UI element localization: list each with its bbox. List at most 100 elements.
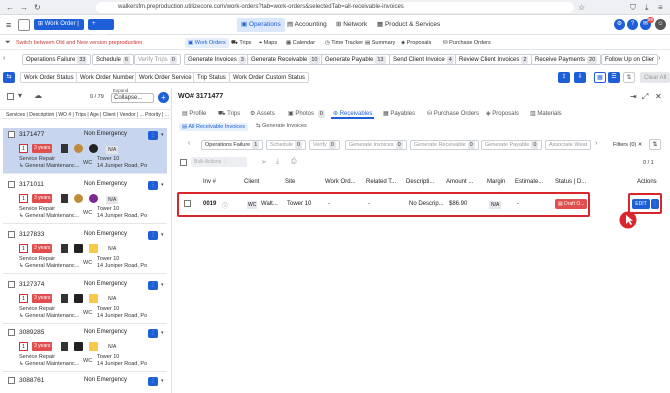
close-icon[interactable]: ✕ <box>655 92 662 101</box>
avatar[interactable]: ☺ <box>655 19 666 30</box>
scroll-right-icon[interactable]: › <box>658 55 660 62</box>
filters-button[interactable]: Filters (0) ✕ <box>613 142 642 148</box>
card-checkbox[interactable] <box>8 281 15 288</box>
column-header-related[interactable]: Related T... <box>366 179 396 185</box>
tab-receivables[interactable]: ⊛ Receivables <box>331 109 375 119</box>
tab-operations[interactable]: ▣ Operations <box>237 18 285 32</box>
card-menu-button[interactable]: ⋮ <box>148 281 158 290</box>
bulk-actions-button[interactable]: Bulk Actions ⋮ <box>191 157 247 167</box>
column-chip-work-order-number[interactable]: Work Order Number <box>76 72 138 83</box>
collapse-panel-icon[interactable]: ⇥ <box>630 92 637 101</box>
card-checkbox[interactable] <box>8 131 15 138</box>
grid-view-icon[interactable]: ▦ <box>594 72 606 83</box>
select-all-rows-checkbox[interactable] <box>180 159 187 166</box>
status-chip-send-client-invoice[interactable]: Send Client Invoice 4 <box>389 54 458 65</box>
card-menu-button[interactable]: ⋮ <box>148 377 158 386</box>
hamburger-icon[interactable]: ≡ <box>6 20 11 30</box>
version-switch-link[interactable]: Switch between Old and New version prepr… <box>16 40 142 46</box>
import-icon[interactable]: ⇩ <box>574 72 586 83</box>
print-icon[interactable]: ⎙ <box>291 158 297 166</box>
tab-calendar[interactable]: ▦ Calendar <box>283 38 318 48</box>
subtab-generate-invoices[interactable]: ⇆ Generate Invoices <box>256 123 307 129</box>
column-chip-work-order-service[interactable]: Work Order Service <box>135 72 196 83</box>
reload-icon[interactable]: ↻ <box>34 3 41 12</box>
sort-icon[interactable]: ⇅ <box>649 139 661 150</box>
subtab-all-receivable-invoices[interactable]: ▤ All Receivable Invoices <box>179 123 248 131</box>
column-header-amount[interactable]: Amount ... <box>446 179 473 185</box>
tab-purchase-orders-detail[interactable]: ⛁ Purchase Orders <box>425 109 481 119</box>
send-icon[interactable]: ➢ <box>261 158 267 166</box>
edit-button[interactable]: EDIT <box>632 199 650 209</box>
chips-scroll-left-icon[interactable]: ‹ <box>188 140 190 147</box>
tab-summary[interactable]: ▤ Summary <box>362 38 398 48</box>
column-header-margin[interactable]: Margin <box>487 179 505 185</box>
column-header-inv[interactable]: Inv # <box>203 179 216 185</box>
invoice-chip-generate-receivable[interactable]: Generate Receivable 0 <box>410 140 479 150</box>
chevron-down-icon[interactable]: ▾ <box>161 282 164 288</box>
column-chip-work-order-status[interactable]: Work Order Status <box>20 72 78 83</box>
invoice-chip-generate-payable[interactable]: Generate Payable 0 <box>481 140 543 150</box>
add-work-order-icon[interactable]: + <box>158 92 169 103</box>
scroll-left-icon[interactable]: ‹ <box>3 55 5 62</box>
work-order-card[interactable]: 3127833 Non Emergency ⋮ ▾ 1 3 years N/A … <box>3 228 167 274</box>
card-menu-button[interactable]: ⋮ <box>148 181 158 190</box>
expand-icon[interactable]: ⤢ <box>642 92 648 102</box>
column-chip-custom-status[interactable]: Work Order Custom Status <box>229 72 309 83</box>
settings-icon[interactable]: ⚙ <box>614 19 625 30</box>
tab-proposals-detail[interactable]: ◈ Proposals <box>484 109 521 119</box>
shield-extension-icon[interactable]: ⛉ <box>630 3 636 13</box>
chevron-down-icon[interactable]: ▾ <box>161 330 164 336</box>
column-header-estimate[interactable]: Estimate... <box>515 179 543 185</box>
card-checkbox[interactable] <box>8 181 15 188</box>
card-menu-button[interactable]: ⋮ <box>148 231 158 240</box>
cloud-download-icon[interactable]: ☁ <box>34 91 42 100</box>
tab-network[interactable]: ⊞ Network <box>332 18 371 32</box>
tab-trips[interactable]: ⛟ Trips <box>228 38 254 48</box>
download-icon[interactable]: ⤓ <box>276 158 279 166</box>
expand-select[interactable]: Collapse... <box>111 93 154 103</box>
help-icon[interactable]: ? <box>627 19 638 30</box>
chevron-down-icon[interactable]: ▾ <box>161 132 164 138</box>
clear-all-button[interactable]: Clear All <box>640 72 670 83</box>
tab-proposals[interactable]: ◈ Proposals <box>398 38 434 48</box>
edit-menu-button[interactable]: ⋮ <box>651 199 659 209</box>
tab-payables[interactable]: ▦ Payables <box>381 109 417 119</box>
export-icon[interactable]: ⇪ <box>558 72 570 83</box>
card-menu-button[interactable]: ⋮ <box>148 329 158 338</box>
status-chip-verify-trips[interactable]: Verify Trips 0 <box>134 54 181 65</box>
tab-trips-detail[interactable]: ⛟ Trips <box>216 109 242 119</box>
filter-icon[interactable]: ⏷ <box>5 39 11 47</box>
tab-purchase-orders[interactable]: ⛁ Purchase Orders <box>440 38 494 48</box>
view-toggle-icon[interactable]: ⇆ <box>3 72 15 83</box>
work-order-card[interactable]: 3089285 Non Emergency ⋮ ▾ 1 3 years N/A … <box>3 326 167 372</box>
invoice-chip-verify[interactable]: Verify 0 <box>309 140 340 150</box>
tab-photos[interactable]: ▣ Photos 0 <box>286 109 327 119</box>
tab-time-tracker[interactable]: ◷ Time Tracker <box>322 38 366 48</box>
row-checkbox[interactable] <box>184 200 191 207</box>
status-chip-operations-failure[interactable]: Operations Failure 33 <box>22 54 92 65</box>
work-order-card[interactable]: 3171477 Non Emergency ⋮ ▾ 1 3 years N/A … <box>3 128 167 174</box>
tab-profile[interactable]: ▤ Profile <box>180 109 208 119</box>
url-bar[interactable]: walkersfm.preproduction.utilizecore.com/… <box>96 2 574 13</box>
status-chip-follow-up[interactable]: Follow Up on Clier <box>601 54 659 65</box>
list-view-icon[interactable]: ☰ <box>608 72 620 83</box>
column-header-description[interactable]: Descripti... <box>406 179 434 185</box>
column-chip-trip-status[interactable]: Trip Status <box>193 72 230 83</box>
status-chip-generate-invoices[interactable]: Generate Invoices 3 <box>184 54 250 65</box>
download-icon[interactable]: ⤓ <box>645 3 649 13</box>
card-checkbox[interactable] <box>8 329 15 336</box>
column-header-work-order[interactable]: Work Ord... <box>325 179 356 185</box>
status-chip-generate-receivable[interactable]: Generate Receivable 10 <box>247 54 324 65</box>
invoice-chip-associate[interactable]: Associate Weat <box>545 140 592 150</box>
status-chip-receive-payments[interactable]: Receive Payments 20 <box>531 54 602 65</box>
work-order-card[interactable]: 3088761 Non Emergency ⋮ ▾ <box>3 374 167 393</box>
invoice-number[interactable]: 0019 <box>203 201 216 207</box>
work-order-card[interactable]: 3171011 Non Emergency ⋮ ▾ 1 3 years N/A … <box>3 178 167 224</box>
forward-icon[interactable]: → <box>20 3 28 12</box>
card-checkbox[interactable] <box>8 231 15 238</box>
chevron-down-icon[interactable]: ▾ <box>161 232 164 238</box>
tab-work-orders[interactable]: ▣ Work Orders <box>185 38 229 48</box>
work-order-card[interactable]: 3127374 Non Emergency ⋮ ▾ 1 3 years N/A … <box>3 278 167 324</box>
tab-assets[interactable]: ⚙ Assets <box>248 109 277 119</box>
sort-icon[interactable]: ⇅ <box>623 72 635 83</box>
